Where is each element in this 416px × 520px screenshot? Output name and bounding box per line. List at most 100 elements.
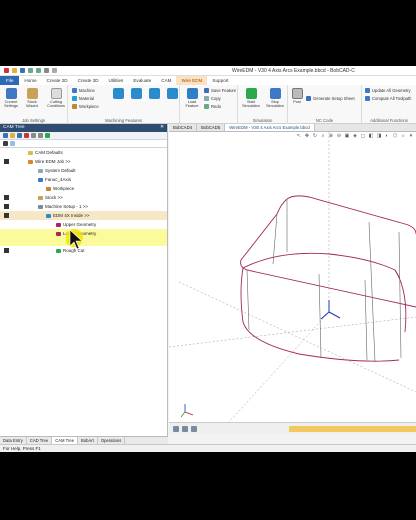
workpiece-icon [46,186,51,191]
edit-pencil-icon [4,248,9,253]
new-file-icon[interactable] [4,68,9,73]
edit-pencil-icon [4,213,9,218]
post-button[interactable]: Post [290,88,304,104]
tree-toolbar [0,132,167,140]
stock-icon [26,88,38,99]
delete-icon[interactable] [24,133,29,138]
tab-cad-tree[interactable]: CAD Tree [27,437,53,444]
workpiece-button[interactable]: Workpiece [72,104,99,109]
tab-create-3d[interactable]: Create 3D [73,76,104,85]
tab-evaluate[interactable]: Evaluate [128,76,156,85]
edit-pencil-icon [4,159,9,164]
compute-all-toolpath-button[interactable]: Compute All Toolpath [365,96,412,101]
doc-tab-wireedm[interactable]: WireEDM - V30 4 Axis Arcs Example.bbcd [225,124,315,131]
expand-icon[interactable] [31,133,36,138]
tree-item-machine[interactable]: Fanuc_4Axis [0,175,167,184]
undo-icon[interactable] [28,68,33,73]
tab-create-2d[interactable]: Create 2D [42,76,73,85]
stock-icon [38,195,43,200]
timeline-track[interactable] [289,426,416,432]
tree-item-workpiece[interactable]: Workpiece [0,184,167,193]
tree-item-system-default[interactable]: System Default [0,166,167,175]
cutting-conditions-button[interactable]: Cutting Conditions [44,88,68,108]
job-icon [28,159,33,164]
edit-icon[interactable] [3,141,8,146]
save-icon[interactable] [20,68,25,73]
quick-access-toolbar [4,68,57,73]
panel-close-icon[interactable]: ✕ [159,125,164,130]
wire-feature-nocore-button[interactable] [162,88,182,100]
play-icon[interactable] [191,426,197,432]
tab-wire-edm[interactable]: Wire EDM [176,76,208,85]
copy-button[interactable]: Copy [204,96,221,101]
simulation-bar [169,422,416,434]
redo-button[interactable]: Redo [204,104,221,109]
dropdown-icon[interactable] [52,68,57,73]
settings-icon [5,88,17,99]
machine-icon [38,177,43,182]
conditions-icon [50,88,62,99]
play-icon [245,88,257,99]
part-geometry [169,132,416,422]
tab-file[interactable]: File [0,76,20,85]
setup-icon [38,204,43,209]
save-feature-icon [204,88,209,93]
current-settings-button[interactable]: Current Settings [1,88,21,108]
tree-item-edm-4x-inside[interactable]: EDM 4X Inside >> [0,211,167,220]
save-job-icon[interactable] [17,133,22,138]
wire-taper-icon [148,88,160,99]
material-button[interactable]: Material [72,96,94,101]
wire-feature-4axis-button[interactable] [126,88,146,100]
load-feature-button[interactable]: Load Feature [182,88,202,108]
wire-feature-taper-button[interactable] [144,88,164,100]
open-file-icon[interactable] [12,68,17,73]
rewind-icon[interactable] [173,426,179,432]
tab-utilities[interactable]: Utilities [104,76,129,85]
doc-tab-bobcad4[interactable]: BobCAD4 [169,124,198,131]
tab-cam-tree[interactable]: CAM Tree [52,437,79,444]
show-icon[interactable] [10,141,15,146]
print-icon[interactable] [44,68,49,73]
tab-operations[interactable]: Operations [98,437,126,444]
compute-tree-icon[interactable] [45,133,50,138]
machine-button[interactable]: Machine [72,88,95,93]
open-job-icon[interactable] [10,133,15,138]
simulation-controls [173,426,197,432]
tab-data-entry[interactable]: Data Entry [0,437,27,444]
tab-bobart[interactable]: BobArt [78,437,98,444]
collapse-icon[interactable] [38,133,43,138]
status-bar: For Help, Press F1 [0,444,416,452]
mouse-cursor-icon [66,229,83,250]
update-all-geometry-button[interactable]: Update All Geometry [365,88,411,93]
material-icon [72,96,77,101]
ribbon-tab-bar: File Home Create 2D Create 3D Utilities … [0,76,416,85]
new-job-icon[interactable] [3,133,8,138]
3d-viewport[interactable]: ↖ ✥ ↻ ⌕ ⊕ ⊖ ▣ ◈ ◻ ◧ ◨ ◐ ⬡ ☼ ▾ [169,132,416,422]
tree-item-wire-edm-job[interactable]: Wire EDM Job >> [0,157,167,166]
tab-home[interactable]: Home [19,76,41,85]
machine-icon [72,88,77,93]
wire-feature-2axis-button[interactable] [108,88,128,100]
tab-support[interactable]: Support [207,76,233,85]
feature-icon [46,213,51,218]
group-job-settings: Current Settings Stock Wizard Cutting Co… [0,85,68,124]
origin-triad [320,300,341,320]
stock-wizard-button[interactable]: Stock Wizard [22,88,42,108]
tab-cam[interactable]: CAM [156,76,176,85]
save-feature-button[interactable]: Save Feature [204,88,236,93]
start-simulation-button[interactable]: Start Simulation [240,88,262,108]
doc-tab-bobcad5[interactable]: BobCAD5 [197,124,226,131]
geometry-icon [56,222,61,227]
tree-item-cam-defaults[interactable]: CAM Defaults [0,148,167,157]
generate-setup-sheet-button[interactable]: Generate Setup Sheet [306,96,355,101]
stop-simulation-button[interactable]: Stop Simulation [264,88,286,108]
wire-2axis-icon [112,88,124,99]
wire-nocore-icon [166,88,178,99]
corner-axis-triad [180,404,194,418]
toolpath-icon [56,248,61,253]
step-icon[interactable] [182,426,188,432]
tree-item-machine-setup[interactable]: Machine Setup - 1 >> [0,202,167,211]
edit-pencil-icon [4,195,9,200]
tree-item-stock[interactable]: Stock >> [0,193,167,202]
redo-icon[interactable] [36,68,41,73]
